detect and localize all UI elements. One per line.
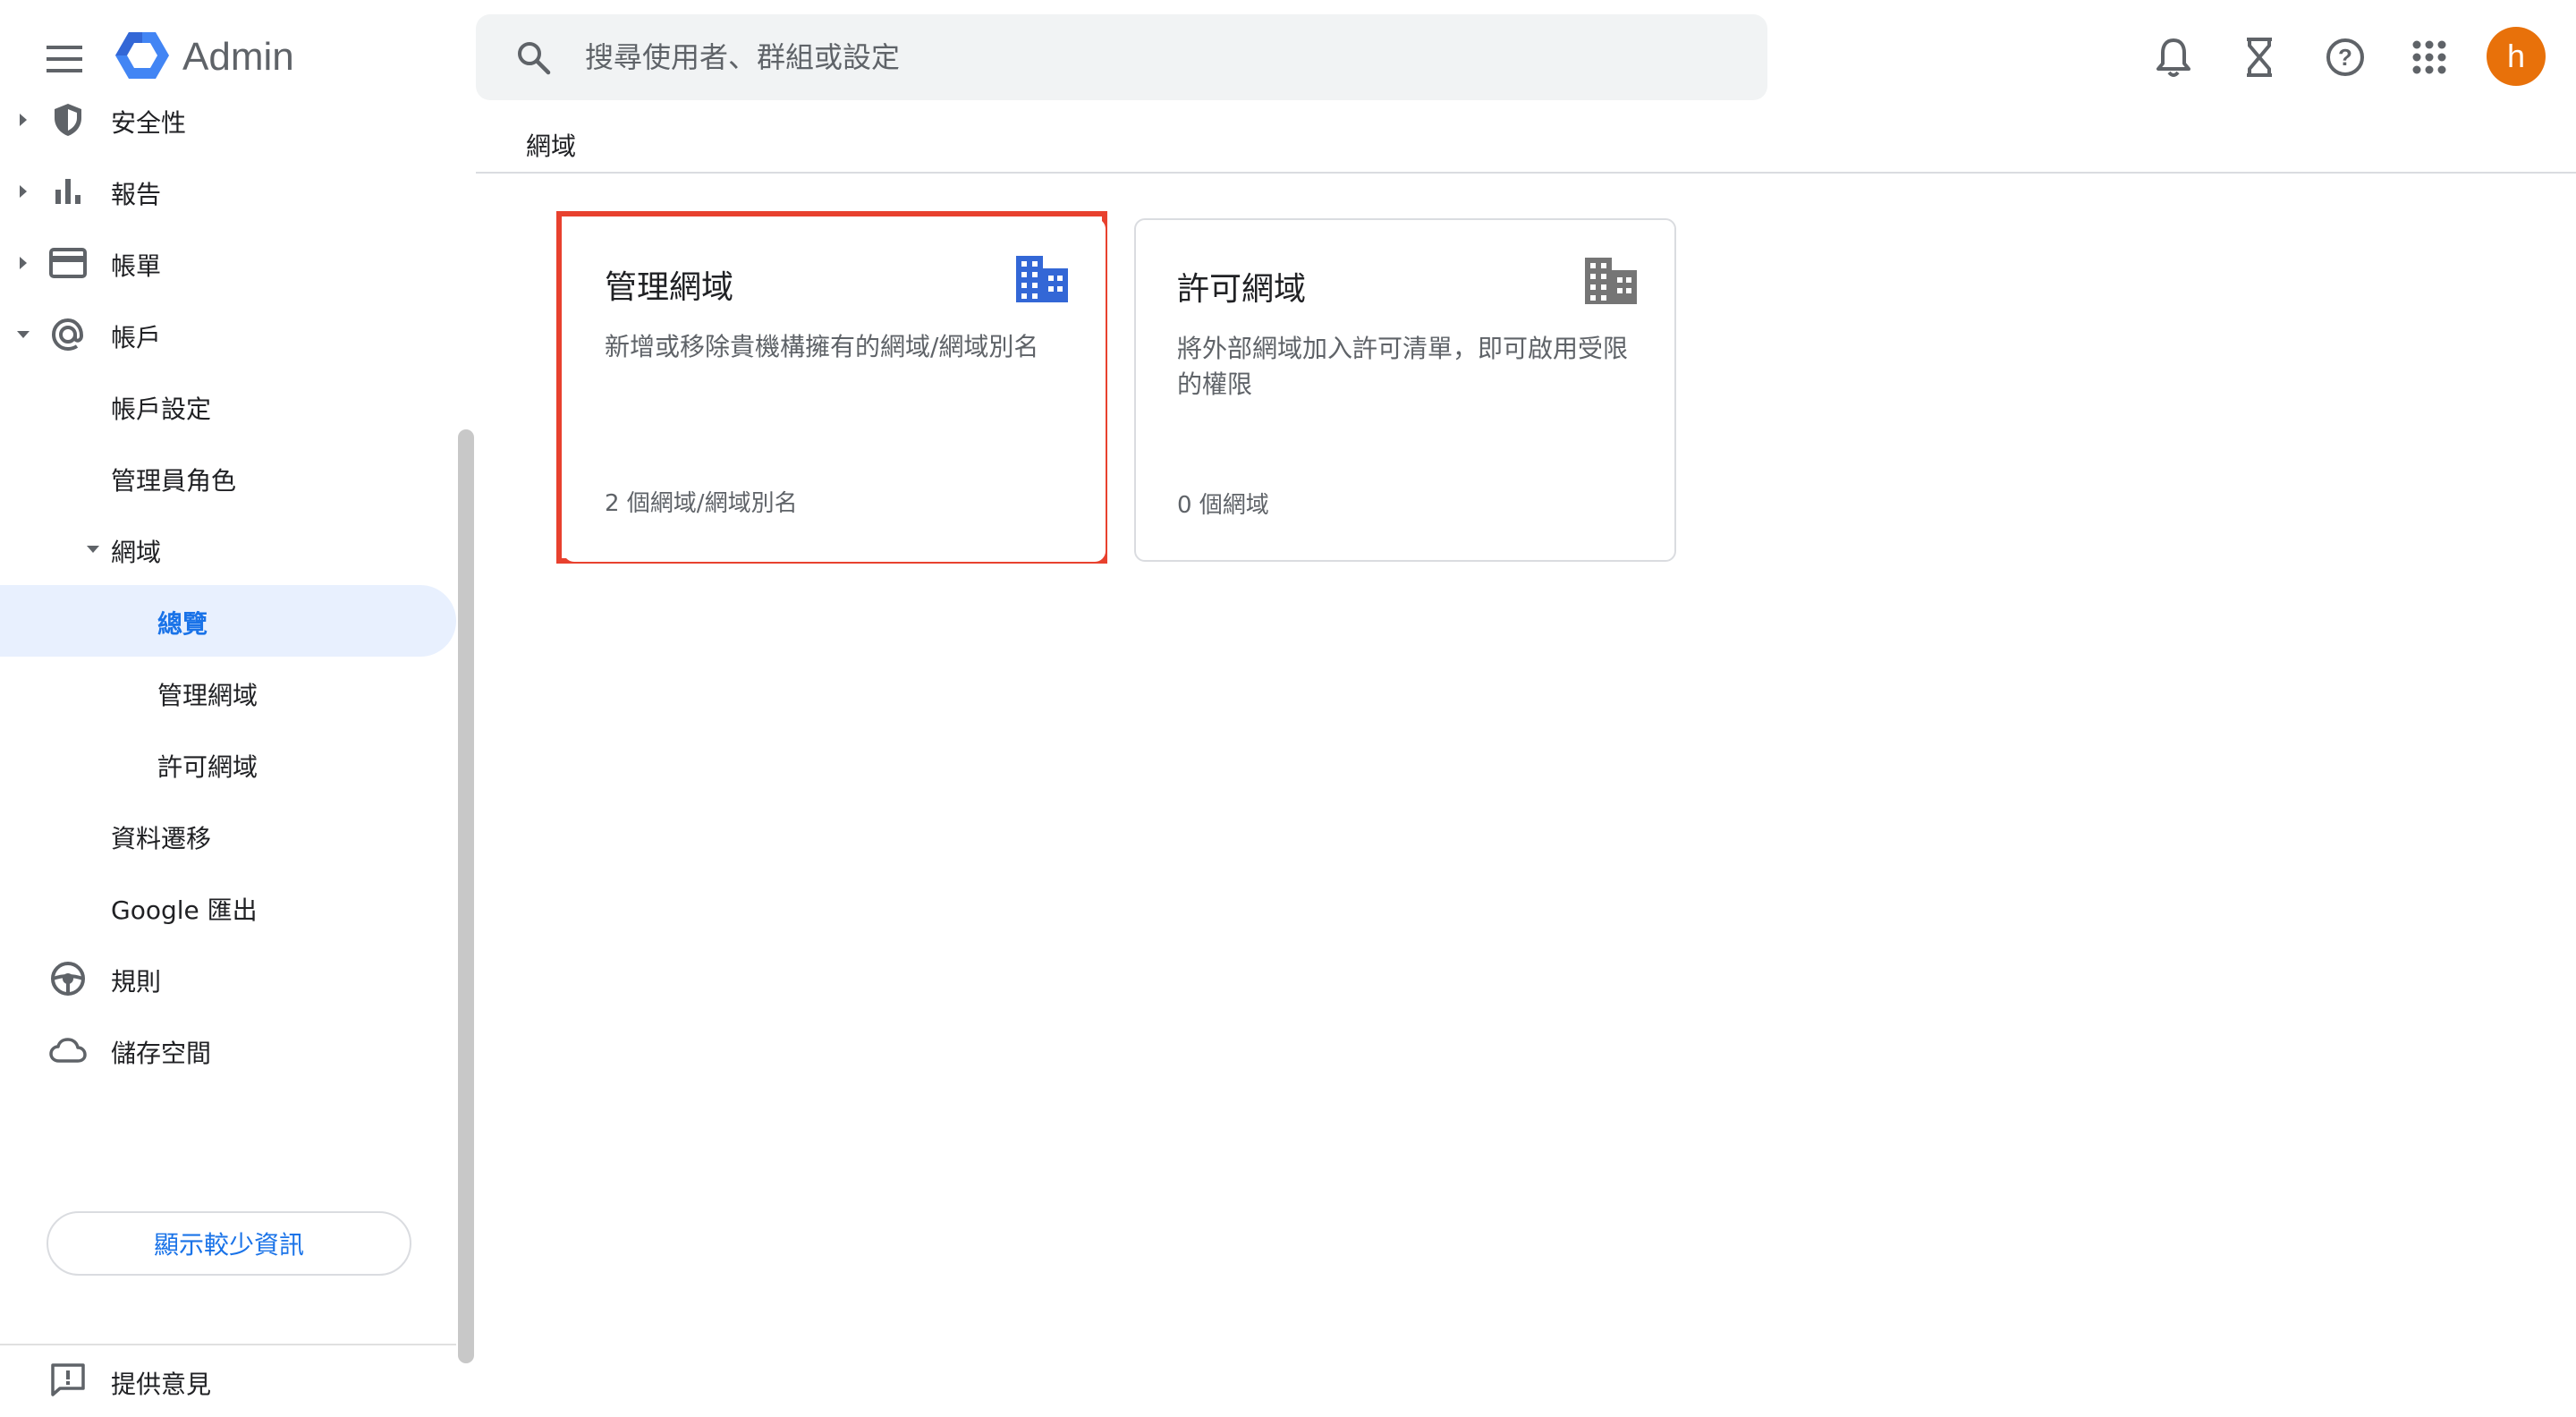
sidebar-item-label: Google 匯出 (111, 895, 258, 925)
sidebar-item-label: 安全性 (111, 108, 187, 138)
credit-card-icon (45, 240, 91, 286)
breadcrumb[interactable]: 網域 (526, 127, 576, 163)
sidebar-item-label: 規則 (111, 967, 162, 997)
feedback-label: 提供意見 (111, 1370, 212, 1399)
sidebar-item-label: 帳戶 (111, 323, 162, 352)
search-bar[interactable] (476, 14, 1767, 100)
caret-right-icon[interactable] (14, 111, 32, 129)
bar-chart-icon (45, 168, 91, 215)
hourglass-icon[interactable] (2234, 32, 2284, 82)
avatar-letter: h (2506, 38, 2526, 74)
allowed-domains-card[interactable]: 許可網域 將外部網域加入許可清單，即可啟用受限的權限 0 個網域 (1134, 218, 1676, 562)
sidebar-item-security[interactable]: 安全性 (0, 84, 456, 156)
card-description: 將外部網域加入許可清單，即可啟用受限的權限 (1177, 334, 1629, 399)
sidebar-item-label: 管理網域 (157, 681, 258, 710)
card-footer: 0 個網域 (1177, 492, 1269, 519)
sidebar-item-account-settings[interactable]: 帳戶設定 (0, 370, 456, 442)
sidebar-item-label: 資料遷移 (111, 824, 212, 853)
show-less-button[interactable]: 顯示較少資訊 (47, 1211, 411, 1276)
building-icon (1014, 254, 1070, 304)
sidebar-item-label: 許可網域 (157, 752, 258, 782)
building-icon (1583, 256, 1639, 306)
caret-down-icon[interactable] (14, 326, 32, 344)
sidebar-item-label: 帳戶設定 (111, 395, 212, 424)
admin-logo-icon (114, 30, 170, 84)
bell-icon[interactable] (2148, 32, 2199, 82)
sidebar-item-label: 帳單 (111, 251, 162, 281)
svg-text:?: ? (2338, 44, 2352, 71)
card-description: 新增或移除貴機構擁有的網域/網域別名 (605, 332, 1039, 361)
sidebar-item-domains[interactable]: 網域 (0, 513, 456, 585)
sidebar-item-label: 管理員角色 (111, 466, 237, 496)
sidebar-item-reports[interactable]: 報告 (0, 156, 456, 227)
avatar[interactable]: h (2487, 27, 2546, 86)
search-input[interactable] (583, 39, 1657, 75)
sidebar: 安全性 報告 帳單 帳戶 帳戶設定 管理員角色 網域 總覽 管理網域 許可網域 … (0, 98, 476, 1399)
cloud-icon (45, 1027, 91, 1073)
shield-icon (45, 97, 91, 143)
search-icon[interactable] (508, 32, 558, 82)
sidebar-item-data-migration[interactable]: 資料遷移 (0, 800, 456, 871)
divider (476, 172, 2576, 174)
help-icon[interactable]: ? (2320, 32, 2370, 82)
at-sign-icon (45, 311, 91, 358)
steering-wheel-icon (45, 955, 91, 1002)
sidebar-item-label: 報告 (111, 180, 162, 209)
sidebar-item-label: 儲存空間 (111, 1039, 212, 1068)
sidebar-item-admin-roles[interactable]: 管理員角色 (0, 442, 456, 513)
app-name: Admin (182, 35, 294, 79)
manage-domains-card[interactable]: 管理網域 新增或移除貴機構擁有的網域/網域別名 2 個網域/網域別名 (564, 218, 1106, 562)
menu-icon[interactable] (41, 36, 88, 82)
sidebar-item-storage[interactable]: 儲存空間 (0, 1014, 456, 1086)
sidebar-item-manage-domains[interactable]: 管理網域 (0, 657, 456, 728)
sidebar-item-google-export[interactable]: Google 匯出 (0, 871, 456, 943)
card-title: 許可網域 (1177, 271, 1307, 308)
caret-right-icon[interactable] (14, 182, 32, 200)
caret-down-icon[interactable] (84, 540, 102, 558)
sidebar-item-label: 總覽 (157, 609, 208, 639)
sidebar-item-allowed-domains[interactable]: 許可網域 (0, 728, 456, 800)
sidebar-item-account[interactable]: 帳戶 (0, 299, 456, 370)
sidebar-item-label: 網域 (111, 538, 162, 567)
admin-logo[interactable]: Admin (114, 30, 294, 84)
card-footer: 2 個網域/網域別名 (605, 490, 798, 517)
feedback-button[interactable]: 提供意見 (0, 1345, 456, 1417)
apps-grid-icon[interactable] (2404, 32, 2454, 82)
caret-right-icon[interactable] (14, 254, 32, 272)
sidebar-scrollbar[interactable] (458, 429, 474, 1363)
sidebar-item-billing[interactable]: 帳單 (0, 227, 456, 299)
sidebar-item-overview[interactable]: 總覽 (0, 585, 456, 657)
card-title: 管理網域 (605, 269, 734, 306)
sidebar-item-rules[interactable]: 規則 (0, 943, 456, 1014)
